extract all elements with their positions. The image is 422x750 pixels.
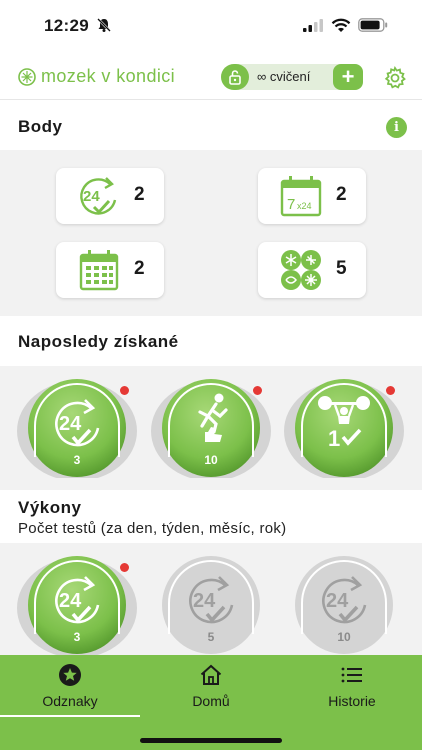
performance-badges-panel: 24 3 24 5 24 10	[0, 543, 422, 655]
brand-name: mozek v kondici	[41, 66, 176, 86]
new-badge-dot	[120, 386, 129, 395]
svg-text:24: 24	[326, 590, 349, 612]
badge-count: 10	[204, 453, 218, 467]
stat-card-brain[interactable]: 5	[258, 242, 366, 298]
add-exercise-button[interactable]: +	[333, 64, 363, 90]
tab-home[interactable]: Domů	[141, 655, 281, 717]
brand: mozek v kondici	[18, 66, 175, 87]
brand-logo-icon	[18, 67, 36, 86]
section-title-recent: Naposledy získané	[18, 332, 179, 351]
status-bar: 12:29	[0, 0, 422, 50]
badge-count: 10	[337, 630, 351, 644]
exercise-count-label: ∞ cvičení	[257, 69, 311, 84]
badge-count: 3	[73, 453, 81, 467]
tab-label: Domů	[192, 693, 230, 709]
stats-panel: 24 2 7 x24 2 2 5	[0, 150, 422, 316]
list-icon	[341, 667, 362, 683]
status-time: 12:29	[44, 16, 89, 35]
signal-icon	[303, 19, 323, 32]
new-badge-dot	[120, 563, 129, 572]
recent-badges-panel: 24 3 10 1	[0, 366, 422, 490]
bell-muted-icon	[97, 18, 111, 32]
badge-count: 3	[73, 630, 81, 644]
svg-text:24: 24	[59, 413, 82, 435]
unlock-icon[interactable]	[221, 64, 249, 90]
svg-text:x24: x24	[297, 201, 312, 211]
calendar-month-icon	[79, 250, 119, 291]
star-badge-icon	[59, 664, 81, 686]
wifi-icon	[331, 18, 351, 32]
battery-icon	[358, 18, 388, 32]
new-badge-dot	[253, 386, 262, 395]
gear-icon[interactable]	[383, 66, 407, 90]
svg-text:24: 24	[59, 590, 82, 612]
stat-value: 2	[134, 184, 145, 205]
exercise-counter[interactable]: ∞ cvičení +	[221, 64, 363, 90]
performance-subtitle: Počet testů (za den, týden, měsíc, rok)	[18, 520, 287, 537]
brain-cells-icon	[281, 250, 321, 290]
day-24-icon: 24	[80, 177, 117, 215]
bottom-tab-bar: Odznaky Domů Historie	[0, 655, 422, 750]
stat-value: 2	[336, 184, 347, 205]
tab-label: Odznaky	[42, 693, 98, 709]
tab-label: Historie	[328, 693, 376, 709]
stat-card-day[interactable]: 24 2	[56, 168, 164, 224]
home-icon	[200, 664, 222, 685]
stat-card-week[interactable]: 7 x24 2	[258, 168, 366, 224]
new-badge-dot	[386, 386, 395, 395]
badge-performance-10[interactable]: 24 10	[283, 555, 409, 655]
tab-badges[interactable]: Odznaky	[0, 655, 140, 717]
svg-text:1: 1	[328, 426, 340, 451]
badge-performance-5[interactable]: 24 5	[150, 555, 276, 655]
stat-value: 5	[336, 258, 347, 279]
svg-text:7: 7	[287, 196, 295, 213]
svg-text:24: 24	[83, 188, 100, 205]
svg-text:24: 24	[193, 590, 216, 612]
home-indicator	[140, 738, 282, 743]
stat-card-month[interactable]: 2	[56, 242, 164, 298]
calendar-7x24-icon: 7 x24	[280, 176, 322, 217]
section-title-performance: Výkony	[18, 498, 82, 517]
info-icon[interactable]: i	[386, 117, 407, 138]
app-header: mozek v kondici ∞ cvičení +	[0, 56, 422, 100]
section-title-body: Body	[18, 117, 63, 136]
tab-history[interactable]: Historie	[282, 655, 422, 717]
stat-value: 2	[134, 258, 145, 279]
badge-count: 5	[207, 630, 215, 644]
